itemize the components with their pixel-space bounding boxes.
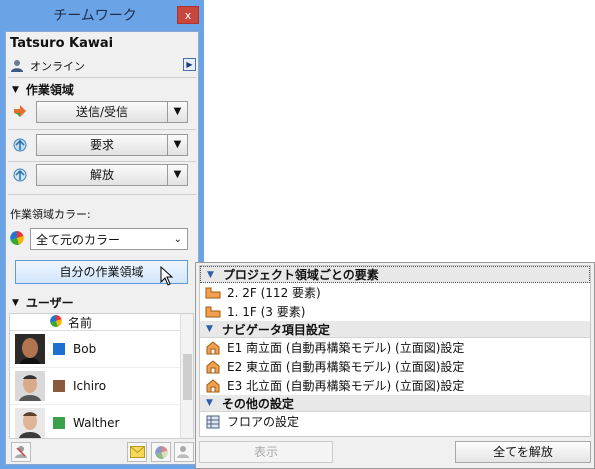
group-title: プロジェクト領域ごとの要素: [222, 268, 379, 282]
release-button[interactable]: 解放 ▼: [36, 164, 188, 186]
chevron-down-icon[interactable]: ▼: [167, 135, 187, 155]
divider: [8, 77, 196, 78]
collapse-triangle-icon: ▼: [12, 297, 19, 308]
release-icon: [10, 166, 30, 184]
online-status-label: オンライン: [30, 60, 85, 73]
chevron-down-icon: ⌄: [173, 233, 182, 245]
list-item[interactable]: 1. 1F (3 要素): [200, 302, 590, 321]
workspace-color-row: 全て元のカラー ⌄: [10, 228, 196, 250]
close-button[interactable]: x: [177, 6, 199, 24]
divider: [8, 161, 196, 162]
status-menu-arrow-icon[interactable]: ▶: [183, 58, 196, 71]
avatar: [15, 408, 45, 438]
column-header-name[interactable]: 名前: [68, 314, 92, 331]
palette-body: Tatsuro Kawai オンライン ▶ ▼ 作業領域 送信/受信 ▼ 要求 …: [5, 31, 199, 465]
mouse-cursor-icon: [160, 265, 174, 289]
workspace-elements-popup: ▼ プロジェクト領域ごとの要素 2. 2F (112 要素) 1. 1F (3 …: [195, 262, 595, 469]
send-receive-row: 送信/受信 ▼: [10, 100, 196, 124]
user-color-swatch: [53, 380, 65, 392]
workspace-section-header[interactable]: ▼ 作業領域: [12, 81, 74, 98]
online-status: オンライン: [10, 57, 196, 75]
user-list: 名前 Bob Ichiro Walther: [9, 313, 194, 439]
list-item[interactable]: E3 北立面 (自動再構築モデル) (立面図)設定: [200, 376, 590, 395]
workspace-heading: 作業領域: [25, 83, 74, 97]
user-name: Ichiro: [73, 379, 107, 393]
avatar: [15, 334, 45, 364]
elevation-icon: [204, 359, 222, 374]
release-label: 解放: [89, 168, 114, 182]
elevation-icon: [204, 378, 222, 393]
show-button[interactable]: 表示: [199, 441, 333, 463]
item-label: 1. 1F (3 要素): [227, 305, 306, 319]
remove-user-icon[interactable]: [11, 442, 31, 462]
elevation-icon: [204, 340, 222, 355]
scrollbar-thumb[interactable]: [183, 354, 192, 400]
send-receive-button[interactable]: 送信/受信 ▼: [36, 101, 188, 123]
color-wheel-icon: [10, 230, 30, 248]
users-heading: ユーザー: [25, 296, 74, 310]
user-settings-icon[interactable]: [174, 442, 194, 462]
divider: [8, 194, 196, 195]
user-list-scrollbar[interactable]: [180, 314, 193, 438]
group-title: ナビゲータ項目設定: [221, 322, 330, 337]
request-button[interactable]: 要求 ▼: [36, 134, 188, 156]
list-item[interactable]: E2 東立面 (自動再構築モデル) (立面図)設定: [200, 357, 590, 376]
workspace-elements-list: ▼ プロジェクト領域ごとの要素 2. 2F (112 要素) 1. 1F (3 …: [199, 265, 591, 437]
collapse-triangle-icon: ▼: [206, 398, 213, 408]
collapse-triangle-icon: ▼: [207, 269, 214, 280]
message-icon[interactable]: [127, 442, 147, 462]
request-label: 要求: [89, 138, 114, 152]
send-receive-icon: [10, 103, 30, 121]
request-row: 要求 ▼: [10, 133, 196, 157]
group-header-other-settings[interactable]: ▼ その他の設定: [200, 395, 590, 412]
item-label: 2. 2F (112 要素): [227, 286, 321, 300]
workspace-color-select[interactable]: 全て元のカラー ⌄: [30, 228, 188, 250]
user-list-header: 名前: [10, 314, 193, 331]
item-label: E2 東立面 (自動再構築モデル) (立面図)設定: [227, 360, 465, 374]
floor-settings-icon: [204, 415, 222, 429]
user-color-swatch: [53, 343, 65, 355]
teamwork-palette: チームワーク x Tatsuro Kawai オンライン ▶ ▼ 作業領域 送信…: [0, 0, 204, 469]
list-item[interactable]: フロアの設定: [200, 412, 590, 431]
floor-icon: [204, 286, 222, 300]
workspace-color-value: 全て元のカラー: [36, 232, 121, 247]
list-item[interactable]: E1 南立面 (自動再構築モデル) (立面図)設定: [200, 338, 590, 357]
user-name: Bob: [73, 342, 97, 356]
window-title: チームワーク: [53, 8, 137, 24]
chevron-down-icon[interactable]: ▼: [167, 165, 187, 185]
item-label: E1 南立面 (自動再構築モデル) (立面図)設定: [227, 341, 465, 355]
divider: [8, 129, 196, 130]
user-row-bob[interactable]: Bob: [10, 331, 193, 368]
item-label: E3 北立面 (自動再構築モデル) (立面図)設定: [227, 379, 465, 393]
collapse-triangle-icon: ▼: [206, 324, 213, 334]
chevron-down-icon[interactable]: ▼: [167, 102, 187, 122]
current-user-name: Tatsuro Kawai: [10, 36, 114, 51]
user-row-walther[interactable]: Walther: [10, 405, 193, 438]
user-row-ichiro[interactable]: Ichiro: [10, 368, 193, 405]
group-header-project-areas[interactable]: ▼ プロジェクト領域ごとの要素: [200, 266, 590, 283]
color-wheel-icon[interactable]: [151, 442, 171, 462]
users-section-header[interactable]: ▼ ユーザー: [12, 294, 74, 311]
floor-icon: [204, 305, 222, 319]
user-color-swatch: [53, 417, 65, 429]
group-header-navigator-items[interactable]: ▼ ナビゲータ項目設定: [200, 321, 590, 338]
send-receive-label: 送信/受信: [75, 105, 129, 119]
item-label: フロアの設定: [227, 415, 300, 429]
collapse-triangle-icon: ▼: [12, 84, 19, 95]
list-item[interactable]: 2. 2F (112 要素): [200, 283, 590, 302]
titlebar: チームワーク x: [0, 0, 204, 30]
bottom-toolbar: [9, 442, 195, 464]
release-all-button[interactable]: 全てを解放: [455, 441, 591, 463]
user-icon: [10, 59, 24, 73]
group-title: その他の設定: [221, 396, 294, 411]
avatar: [15, 371, 45, 401]
request-icon: [10, 136, 30, 154]
color-wheel-icon: [50, 314, 62, 330]
workspace-color-label: 作業領域カラー:: [10, 208, 91, 221]
release-row: 解放 ▼: [10, 163, 196, 187]
user-name: Walther: [73, 416, 120, 430]
